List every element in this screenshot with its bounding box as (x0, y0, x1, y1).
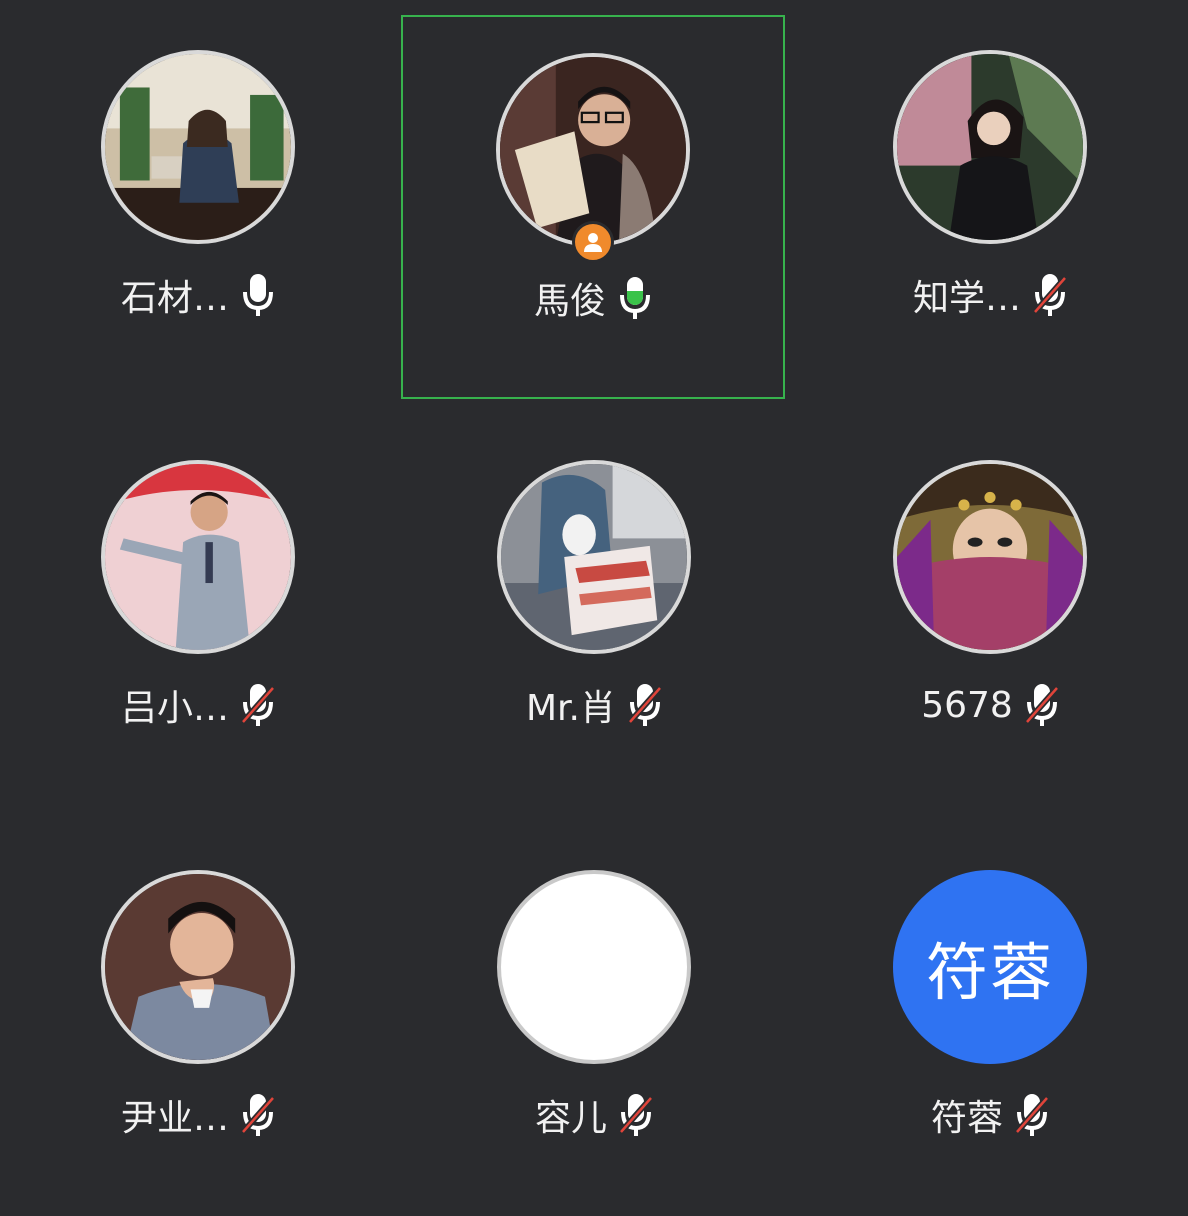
participant-tile[interactable]: 吕小… (6, 422, 390, 806)
participant-name: 馬俊 (533, 281, 606, 322)
label-row: 5678 (798, 680, 1182, 730)
label-row: 馬俊 (403, 273, 783, 323)
avatar (101, 460, 295, 654)
avatar (893, 50, 1087, 244)
microphone-icon[interactable] (241, 272, 275, 318)
person-icon (584, 233, 602, 252)
microphone-muted-icon[interactable] (1015, 1092, 1049, 1138)
participant-name: 符蓉 (930, 1098, 1003, 1139)
microphone-speaking-icon[interactable] (618, 275, 652, 321)
participant-tile[interactable]: Mr.肖 (402, 422, 786, 806)
label-row: 吕小… (6, 680, 390, 730)
participant-tile[interactable]: 尹业… (6, 832, 390, 1216)
participant-tile[interactable]: 符蓉 符蓉 (798, 832, 1182, 1216)
avatar (497, 460, 691, 654)
participant-tile[interactable]: 石材… (6, 12, 390, 396)
participant-tile[interactable]: 容儿 (402, 832, 786, 1216)
participant-tile[interactable]: 馬俊 (401, 15, 785, 399)
label-row: Mr.肖 (402, 680, 786, 730)
avatar (893, 460, 1087, 654)
microphone-muted-icon[interactable] (1033, 272, 1067, 318)
label-row: 符蓉 (798, 1090, 1182, 1140)
avatar (496, 53, 690, 247)
participant-grid: 石材… 馬俊 知学… 吕小… Mr.肖 5678 尹业… 容儿 符蓉 符蓉 (0, 0, 1188, 1183)
participant-name: 吕小… (120, 688, 229, 729)
participant-tile[interactable]: 知学… (798, 12, 1182, 396)
microphone-muted-icon[interactable] (628, 682, 662, 728)
participant-name: Mr.肖 (525, 688, 616, 729)
avatar (497, 870, 691, 1064)
label-row: 石材… (6, 270, 390, 320)
avatar (101, 870, 295, 1064)
participant-tile[interactable]: 5678 (798, 422, 1182, 806)
label-row: 容儿 (402, 1090, 786, 1140)
text-avatar: 符蓉 (893, 870, 1087, 1064)
microphone-muted-icon[interactable] (1024, 682, 1059, 728)
label-row: 尹业… (6, 1090, 390, 1140)
participant-name: 石材… (120, 278, 229, 319)
microphone-muted-icon[interactable] (241, 1092, 275, 1138)
participant-name: 容儿 (534, 1098, 607, 1139)
participant-name: 尹业… (120, 1098, 229, 1139)
avatar (101, 50, 295, 244)
host-badge (572, 221, 614, 263)
microphone-muted-icon[interactable] (241, 682, 275, 728)
label-row: 知学… (798, 270, 1182, 320)
participant-name: 知学… (912, 278, 1021, 319)
microphone-muted-icon[interactable] (619, 1092, 653, 1138)
participant-name: 5678 (921, 684, 1013, 726)
